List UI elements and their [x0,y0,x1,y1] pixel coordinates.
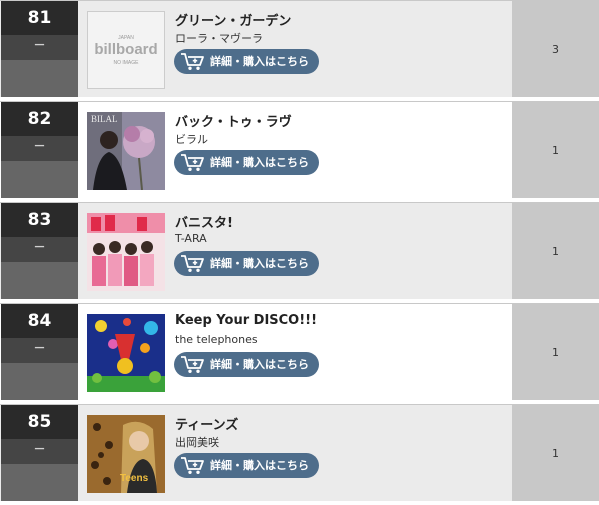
rank-panel [1,60,78,97]
chart-row: 82 － BILAL バック・トゥ・ラヴ ビラル 詳細・購入はこちら 1 [0,101,599,198]
rank-panel [1,262,78,299]
buy-details-button[interactable]: 詳細・購入はこちら [174,352,319,377]
album-jacket[interactable]: Teens [87,415,165,493]
artist-name[interactable]: T-ARA [175,232,207,245]
chart-row: 83 － バニスタ! T-ARA 詳細・購入はこちら 1 [0,202,599,299]
buy-details-button[interactable]: 詳細・購入はこちら [174,251,319,276]
song-title: グリーン・ガーデン [175,14,292,29]
buy-button-label: 詳細・購入はこちら [210,358,309,371]
cart-plus-icon [181,154,204,171]
rank-movement: － [1,439,78,464]
rank-panel [1,363,78,400]
cart-plus-icon [181,457,204,474]
buy-button-label: 詳細・購入はこちら [210,55,309,68]
song-title: Keep Your DISCO!!! [175,313,318,328]
chart-list: 81 － JAPAN billboard NO IMAGE グリーン・ガーデン … [0,0,599,505]
album-jacket[interactable]: BILAL [87,112,165,190]
rank-column: 81 － [1,1,78,97]
rank-movement: － [1,338,78,363]
rank-number: 83 [1,203,78,237]
artist-name[interactable]: ビラル [175,131,208,147]
jacket-no-image-text: NO IMAGE [113,60,139,66]
jacket-text: Teens [120,473,149,484]
buy-button-label: 詳細・購入はこちら [210,459,309,472]
album-jacket[interactable] [87,213,165,291]
artist-name[interactable]: 出岡美咲 [175,434,219,450]
jacket-text: BILAL [91,114,118,124]
cart-plus-icon [181,255,204,272]
rank-number: 82 [1,102,78,136]
album-jacket-placeholder[interactable]: JAPAN billboard NO IMAGE [87,11,165,89]
song-title: バニスタ! [175,216,233,231]
rank-movement: － [1,136,78,161]
rank-number: 84 [1,304,78,338]
chart-row: 81 － JAPAN billboard NO IMAGE グリーン・ガーデン … [0,0,599,97]
rank-column: 83 － [1,203,78,299]
buy-details-button[interactable]: 詳細・購入はこちら [174,150,319,175]
rank-movement: － [1,35,78,60]
rank-column: 85 － [1,405,78,501]
weeks-on-chart: 1 [512,102,599,198]
cart-plus-icon [181,356,204,373]
buy-button-label: 詳細・購入はこちら [210,156,309,169]
rank-movement: － [1,237,78,262]
rank-panel [1,464,78,501]
rank-number: 81 [1,1,78,35]
cart-plus-icon [181,53,204,70]
weeks-on-chart: 1 [512,405,599,501]
billboard-logo: billboard [94,41,157,58]
chart-row: 84 － Keep Your DISCO!!! the telephones 詳… [0,303,599,400]
buy-details-button[interactable]: 詳細・購入はこちら [174,49,319,74]
rank-panel [1,161,78,198]
weeks-on-chart: 3 [512,1,599,97]
buy-details-button[interactable]: 詳細・購入はこちら [174,453,319,478]
rank-number: 85 [1,405,78,439]
weeks-on-chart: 1 [512,304,599,400]
artist-name[interactable]: the telephones [175,333,258,346]
buy-button-label: 詳細・購入はこちら [210,257,309,270]
rank-column: 84 － [1,304,78,400]
weeks-on-chart: 1 [512,203,599,299]
song-title: バック・トゥ・ラヴ [175,115,292,130]
rank-column: 82 － [1,102,78,198]
chart-row: 85 － Teens ティーンズ 出岡美咲 詳細・購入はこちら 1 [0,404,599,501]
artist-name[interactable]: ローラ・マヴーラ [175,30,263,46]
album-jacket[interactable] [87,314,165,392]
song-title: ティーンズ [175,418,239,433]
